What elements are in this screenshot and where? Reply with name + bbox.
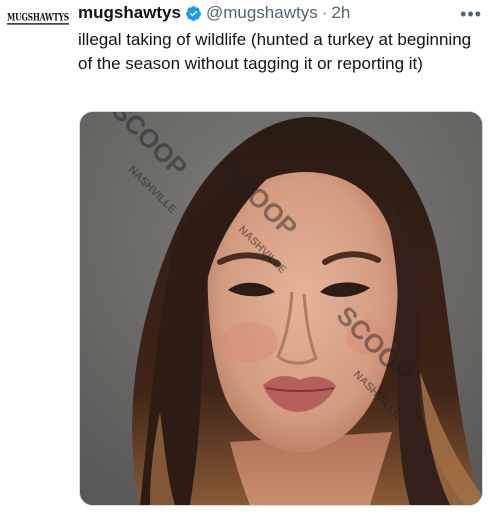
timestamp[interactable]: 2h — [331, 3, 350, 23]
tweet-header: mugshawtys @mugshawtys · 2h — [78, 0, 350, 26]
user-handle[interactable]: @mugshawtys — [206, 3, 318, 23]
tweet[interactable]: MUGSHAWTYS mugshawtys @mugshawtys · 2h •… — [0, 0, 500, 516]
avatar-logo-text: MUGSHAWTYS — [7, 10, 69, 25]
tweet-text: illegal taking of wildlife (hunted a tur… — [78, 30, 472, 73]
avatar[interactable]: MUGSHAWTYS — [7, 10, 69, 26]
more-options-icon[interactable]: ••• — [460, 4, 482, 25]
verified-badge-icon — [186, 5, 201, 21]
display-name[interactable]: mugshawtys — [78, 3, 181, 23]
separator-dot: · — [321, 3, 328, 22]
tweet-photo[interactable]: SCOOP NASHVILLE SCOOP NASHVILLE SCOOP NA… — [79, 111, 483, 506]
mugshot-photo-image: SCOOP NASHVILLE SCOOP NASHVILLE SCOOP NA… — [80, 112, 482, 505]
